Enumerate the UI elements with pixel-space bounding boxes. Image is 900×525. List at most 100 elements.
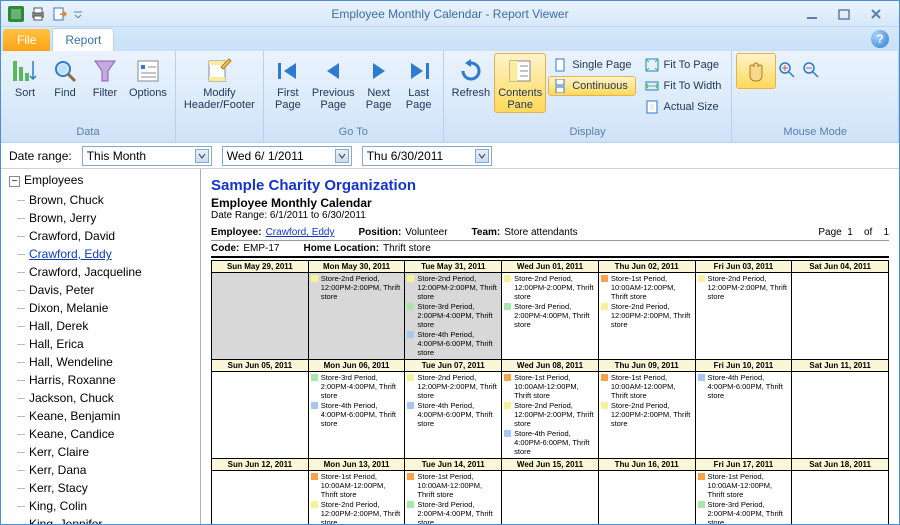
tree-item[interactable]: Brown, Jerry bbox=[29, 209, 200, 227]
shift-color-icon bbox=[698, 374, 705, 381]
calendar-day-header: Sun May 29, 2011 bbox=[212, 261, 309, 273]
contents-pane-button[interactable]: Contents Pane bbox=[494, 53, 546, 113]
tree-item[interactable]: Harris, Roxanne bbox=[29, 371, 200, 389]
shift-entry: Store-2nd Period,12:00PM-2:00PM, Thrift … bbox=[601, 401, 693, 428]
shift-color-icon bbox=[311, 501, 318, 508]
tree-item[interactable]: Crawford, Jacqueline bbox=[29, 263, 200, 281]
report-viewer[interactable]: Sample Charity Organization Employee Mon… bbox=[201, 169, 899, 524]
calendar-day-header: Mon Jun 06, 2011 bbox=[308, 360, 405, 372]
tree-item[interactable]: Kerr, Stacy bbox=[29, 479, 200, 497]
shift-entry: Store-3rd Period,2:00PM-4:00PM, Thrift s… bbox=[311, 373, 403, 400]
sort-button[interactable]: Sort bbox=[5, 53, 45, 101]
tree-item[interactable]: Hall, Derek bbox=[29, 317, 200, 335]
calendar-day-header: Fri Jun 03, 2011 bbox=[695, 261, 792, 273]
refresh-button[interactable]: Refresh bbox=[448, 53, 495, 101]
tree-item[interactable]: Crawford, Eddy bbox=[29, 245, 200, 263]
close-button[interactable] bbox=[865, 6, 887, 22]
tree-item[interactable]: Hall, Wendeline bbox=[29, 353, 200, 371]
fit-to-page-button[interactable]: Fit To Page bbox=[640, 55, 726, 75]
refresh-icon bbox=[455, 55, 487, 87]
tree-root[interactable]: −Employees bbox=[1, 169, 200, 191]
tab-report[interactable]: Report bbox=[52, 28, 114, 51]
modify-header-footer-button[interactable]: Modify Header/Footer bbox=[180, 53, 259, 113]
shift-color-icon bbox=[407, 374, 414, 381]
calendar-day-header: Wed Jun 01, 2011 bbox=[502, 261, 599, 273]
employees-tree[interactable]: −Employees Brown, ChuckBrown, JerryCrawf… bbox=[1, 169, 201, 524]
zoom-in-button[interactable] bbox=[776, 59, 798, 81]
fit-to-width-button[interactable]: Fit To Width bbox=[640, 76, 726, 96]
tree-item[interactable]: Hall, Erica bbox=[29, 335, 200, 353]
shift-entry: Store-2nd Period,12:00PM-2:00PM, Thrift … bbox=[698, 274, 790, 301]
ribbon: Sort Find Filter Options Data Modify Hea… bbox=[1, 51, 899, 143]
tab-file[interactable]: File bbox=[3, 29, 50, 51]
help-icon[interactable]: ? bbox=[871, 30, 889, 48]
actual-size-button[interactable]: Actual Size bbox=[640, 97, 726, 117]
app-icon[interactable] bbox=[7, 5, 25, 23]
continuous-button[interactable]: Continuous bbox=[548, 76, 635, 96]
calendar-day-cell: Store-1st Period,10:00AM-12:00PM, Thrift… bbox=[598, 372, 695, 459]
find-icon bbox=[49, 55, 81, 87]
date-to-picker[interactable]: Thu 6/30/2011 bbox=[362, 146, 492, 166]
hand-tool-button[interactable] bbox=[736, 53, 776, 89]
calendar-day-header: Sat Jun 18, 2011 bbox=[792, 459, 889, 471]
shift-entry: Store-3rd Period,2:00PM-4:00PM, Thrift s… bbox=[407, 302, 499, 329]
tree-item[interactable]: Jackson, Chuck bbox=[29, 389, 200, 407]
shift-color-icon bbox=[407, 275, 414, 282]
single-page-button[interactable]: Single Page bbox=[548, 55, 635, 75]
calendar-day-cell: Store-1st Period,10:00AM-12:00PM, Thrift… bbox=[405, 471, 502, 525]
shift-entry: Store-4th Period,4:00PM-6:00PM, Thrift s… bbox=[504, 429, 596, 456]
qat-dropdown-icon[interactable] bbox=[73, 5, 83, 23]
date-range-bar: Date range: This Month Wed 6/ 1/2011 Thu… bbox=[1, 143, 899, 169]
tree-item[interactable]: King, Colin bbox=[29, 497, 200, 515]
calendar-day-header: Fri Jun 17, 2011 bbox=[695, 459, 792, 471]
calendar-day-header: Thu Jun 09, 2011 bbox=[598, 360, 695, 372]
shift-entry: Store-1st Period,10:00AM-12:00PM, Thrift… bbox=[698, 472, 790, 499]
collapse-icon[interactable]: − bbox=[9, 176, 20, 187]
employee-link[interactable]: Crawford, Eddy bbox=[266, 227, 335, 238]
tree-item[interactable]: Kerr, Dana bbox=[29, 461, 200, 479]
find-button[interactable]: Find bbox=[45, 53, 85, 101]
last-page-button[interactable]: Last Page bbox=[399, 53, 439, 113]
shift-color-icon bbox=[407, 473, 414, 480]
calendar-day-header: Sun Jun 12, 2011 bbox=[212, 459, 309, 471]
calendar-day-cell bbox=[598, 471, 695, 525]
tree-item[interactable]: Brown, Chuck bbox=[29, 191, 200, 209]
shift-color-icon bbox=[407, 331, 414, 338]
tree-item[interactable]: Kerr, Claire bbox=[29, 443, 200, 461]
print-icon[interactable] bbox=[29, 5, 47, 23]
tree-item[interactable]: Crawford, David bbox=[29, 227, 200, 245]
next-page-button[interactable]: Next Page bbox=[359, 53, 399, 113]
calendar-day-header: Mon Jun 13, 2011 bbox=[308, 459, 405, 471]
first-page-button[interactable]: First Page bbox=[268, 53, 308, 113]
calendar-day-header: Tue Jun 07, 2011 bbox=[405, 360, 502, 372]
calendar-day-header: Tue Jun 14, 2011 bbox=[405, 459, 502, 471]
ribbon-group-display: Refresh Contents Pane Single Page Contin… bbox=[444, 51, 733, 142]
shift-entry: Store-4th Period,4:00PM-6:00PM, Thrift s… bbox=[698, 373, 790, 400]
tree-item[interactable]: King, Jennifer bbox=[29, 515, 200, 524]
window-title: Employee Monthly Calendar - Report Viewe… bbox=[1, 7, 899, 21]
date-from-picker[interactable]: Wed 6/ 1/2011 bbox=[222, 146, 352, 166]
tree-item[interactable]: Davis, Peter bbox=[29, 281, 200, 299]
date-range-preset-combo[interactable]: This Month bbox=[82, 146, 212, 166]
filter-button[interactable]: Filter bbox=[85, 53, 125, 101]
minimize-button[interactable] bbox=[801, 6, 823, 22]
chevron-down-icon bbox=[475, 149, 489, 163]
shift-entry: Store-2nd Period,12:00PM-2:00PM, Thrift … bbox=[407, 373, 499, 400]
options-icon bbox=[132, 55, 164, 87]
fit-page-icon bbox=[644, 57, 660, 73]
tree-item[interactable]: Keane, Benjamin bbox=[29, 407, 200, 425]
maximize-button[interactable] bbox=[833, 6, 855, 22]
export-icon[interactable] bbox=[51, 5, 69, 23]
shift-entry: Store-2nd Period,12:00PM-2:00PM, Thrift … bbox=[601, 302, 693, 329]
zoom-out-button[interactable] bbox=[800, 59, 822, 81]
actual-size-icon bbox=[644, 99, 660, 115]
shift-color-icon bbox=[601, 303, 608, 310]
calendar-day-header: Tue May 31, 2011 bbox=[405, 261, 502, 273]
org-name: Sample Charity Organization bbox=[211, 177, 889, 194]
tree-item[interactable]: Dixon, Melanie bbox=[29, 299, 200, 317]
options-button[interactable]: Options bbox=[125, 53, 171, 101]
calendar-day-cell: Store-4th Period,4:00PM-6:00PM, Thrift s… bbox=[695, 372, 792, 459]
previous-page-button[interactable]: Previous Page bbox=[308, 53, 359, 113]
title-bar: Employee Monthly Calendar - Report Viewe… bbox=[1, 1, 899, 27]
tree-item[interactable]: Keane, Candice bbox=[29, 425, 200, 443]
